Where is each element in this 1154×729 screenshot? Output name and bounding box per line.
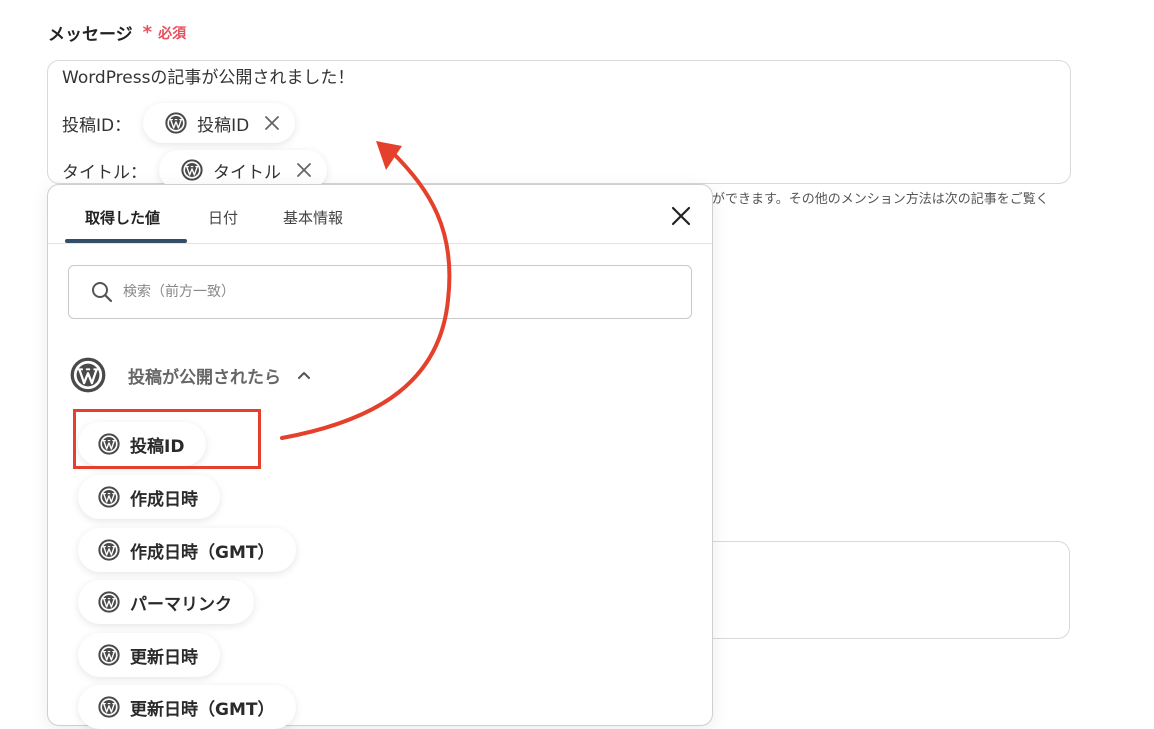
wordpress-logo-icon: [98, 539, 120, 561]
picker-tabs: 取得した値 日付 基本情報: [48, 185, 712, 244]
search-icon: [92, 282, 113, 303]
message-field-label: メッセージ * 必須: [48, 20, 186, 45]
message-line-1: WordPressの記事が公開されました！: [62, 68, 355, 88]
wordpress-logo-icon: [98, 696, 120, 718]
message-line-2: 投稿ID： 投稿ID: [62, 103, 296, 143]
wordpress-logo-icon: [181, 159, 203, 181]
tab-basic-info[interactable]: 基本情報: [283, 207, 343, 228]
tab-retrieved-values[interactable]: 取得した値: [85, 207, 160, 228]
value-item-updated-at[interactable]: 更新日時: [78, 633, 220, 677]
chevron-up-icon[interactable]: [295, 366, 313, 384]
value-item-created-at-gmt[interactable]: 作成日時（GMT）: [78, 528, 297, 572]
required-star-icon: *: [142, 22, 153, 43]
search-input[interactable]: [121, 283, 645, 301]
message-editor[interactable]: WordPressの記事が公開されました！ 投稿ID： 投稿ID タイトル： タ…: [47, 60, 1071, 190]
background-field: [712, 541, 1070, 639]
item-label: 作成日時（GMT）: [130, 542, 275, 563]
item-label: パーマリンク: [130, 594, 232, 615]
value-item-permalink[interactable]: パーマリンク: [78, 580, 254, 624]
group-title: 投稿が公開されたら: [128, 367, 281, 388]
wordpress-logo-icon: [98, 591, 120, 613]
item-label: 更新日時（GMT）: [130, 699, 275, 720]
highlight-box: [73, 409, 261, 469]
line-3-prefix: タイトル：: [62, 162, 147, 183]
tab-date[interactable]: 日付: [208, 207, 238, 228]
value-item-updated-at-gmt[interactable]: 更新日時（GMT）: [78, 685, 297, 729]
wordpress-logo-icon: [165, 112, 187, 134]
value-item-created-at[interactable]: 作成日時: [78, 475, 220, 519]
close-icon[interactable]: [263, 114, 281, 132]
trigger-group-header[interactable]: 投稿が公開されたら: [70, 357, 313, 393]
post-id-chip[interactable]: 投稿ID: [143, 103, 296, 143]
required-badge: 必須: [158, 25, 187, 42]
item-label: 更新日時: [130, 647, 198, 668]
chip-label: 投稿ID: [197, 115, 250, 136]
field-label-text: メッセージ: [48, 25, 133, 45]
item-label: 作成日時: [130, 489, 198, 510]
search-field[interactable]: [68, 265, 692, 319]
mention-hint-text: ができます。その他のメンション方法は次の記事をご覧く: [712, 192, 1049, 207]
close-icon[interactable]: [668, 203, 694, 229]
wordpress-logo-icon: [70, 357, 106, 393]
close-icon[interactable]: [295, 161, 313, 179]
active-tab-indicator: [65, 239, 187, 243]
wordpress-logo-icon: [98, 644, 120, 666]
line-2-prefix: 投稿ID：: [62, 115, 132, 136]
chip-label: タイトル: [213, 162, 281, 183]
wordpress-logo-icon: [98, 486, 120, 508]
